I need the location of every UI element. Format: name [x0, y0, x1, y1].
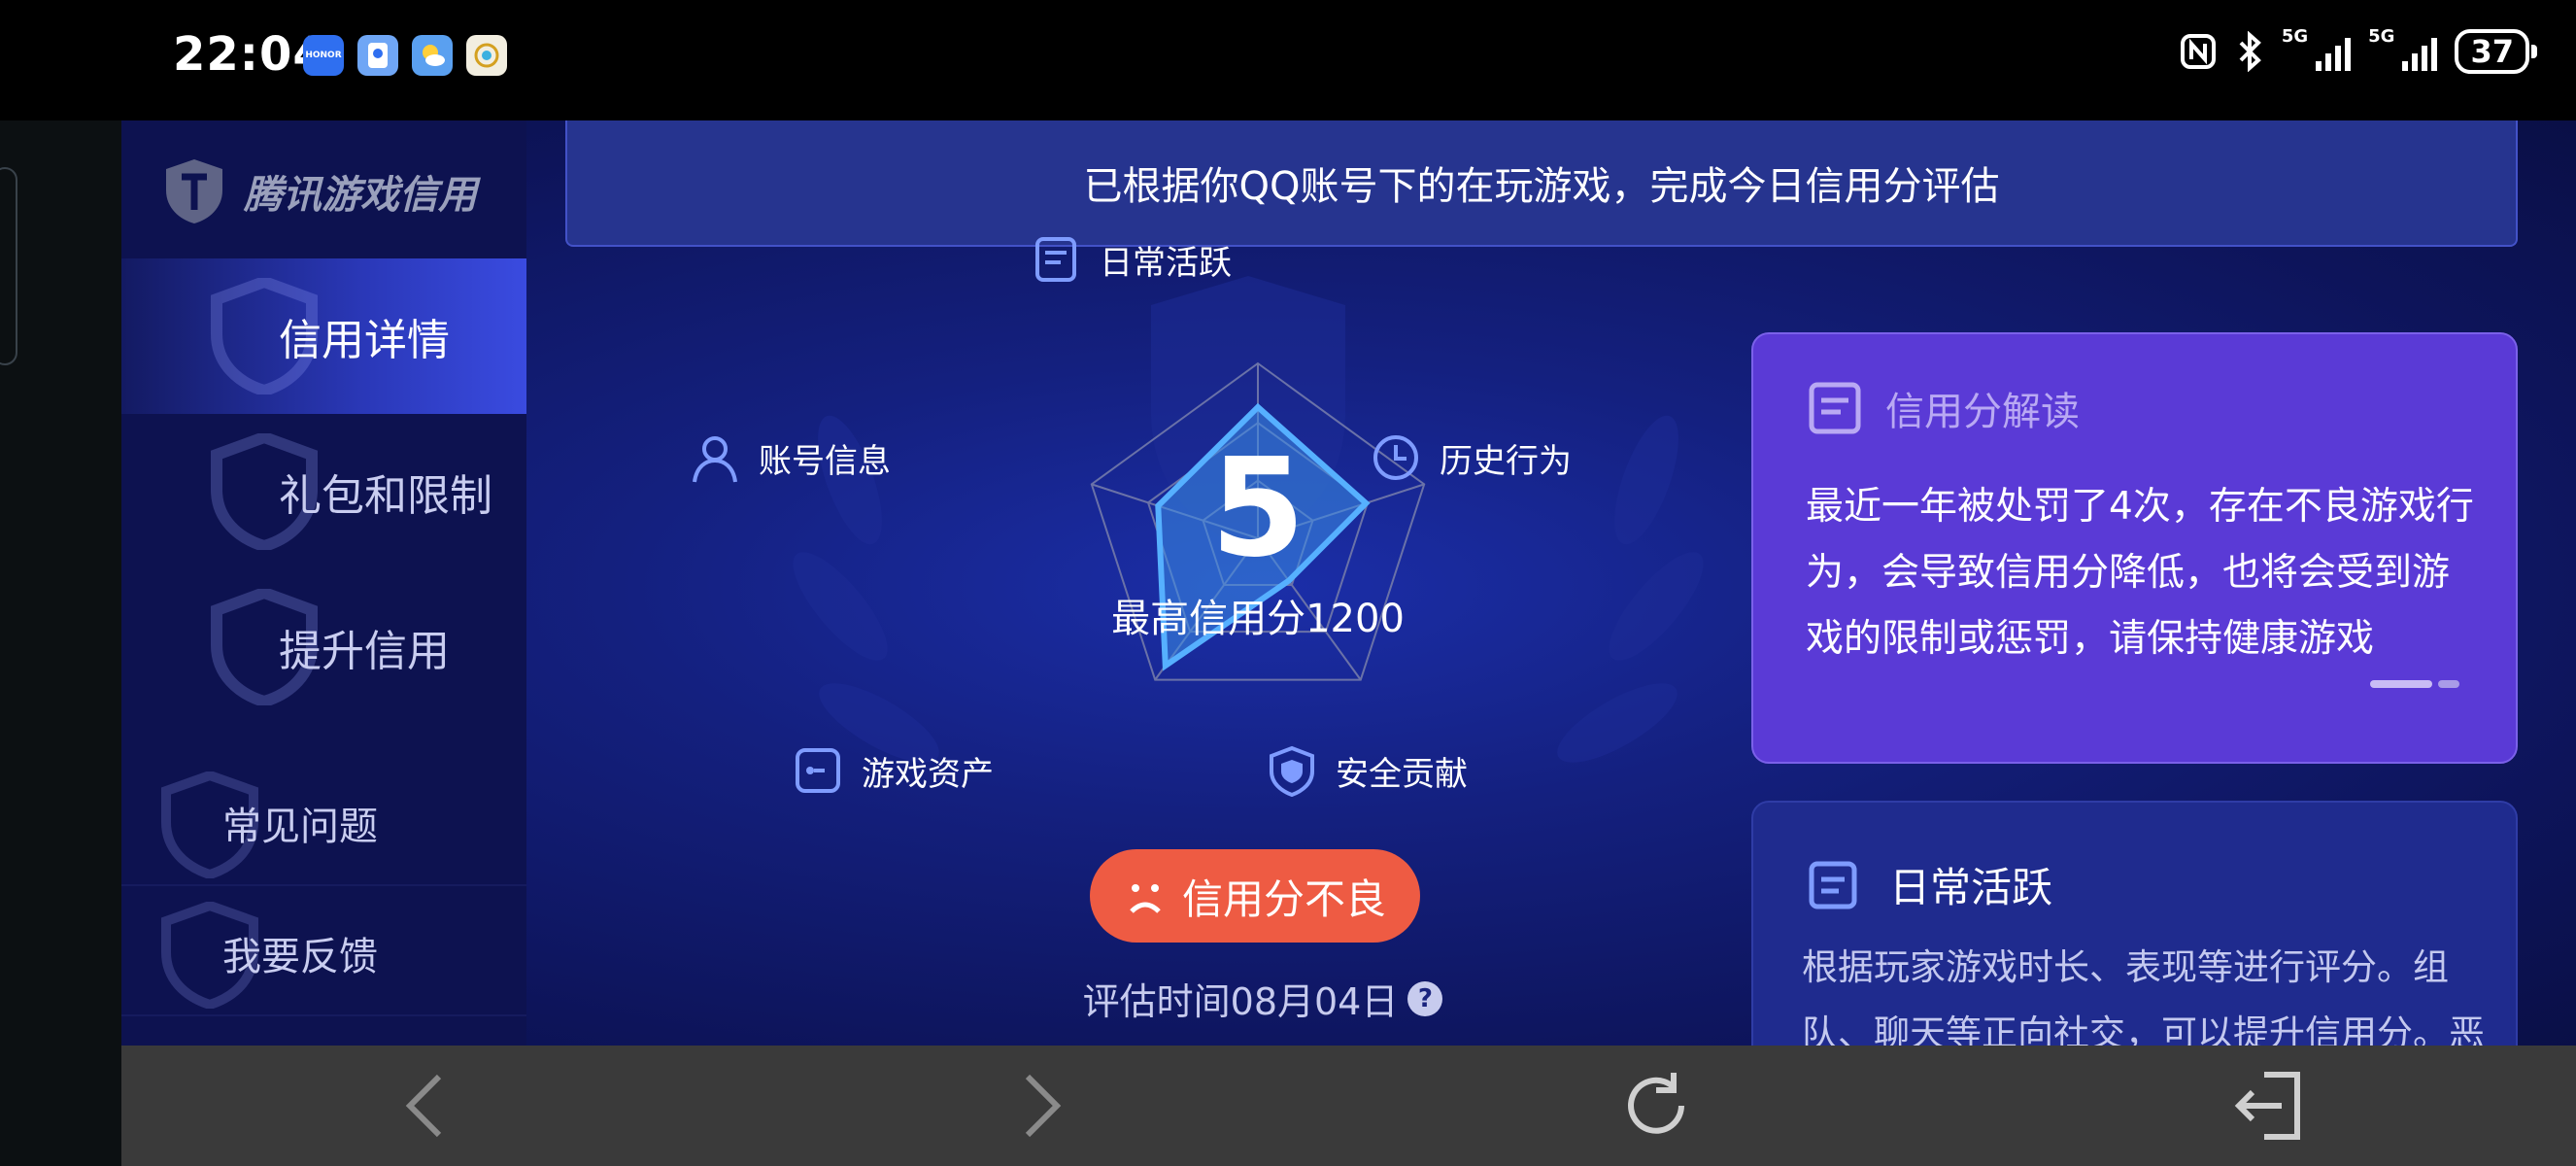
radar-axis-daily-activity: 日常活跃 — [1030, 233, 1232, 286]
bluetooth-icon — [2239, 31, 2261, 72]
max-score-label: 最高信用分1200 — [1111, 597, 1405, 641]
sidebar-item-credit-details[interactable]: 信用详情 — [121, 258, 526, 414]
card-header: 日常活跃 — [1806, 855, 2052, 914]
radar-axis-account-info: 账号信息 — [689, 431, 891, 484]
credit-interpretation-card: 信用分解读 最近一年被处罚了4次，存在不良游戏行为，会导致信用分降低，也将会受到… — [1751, 332, 2518, 764]
document-icon — [1809, 382, 1861, 434]
nfc-icon — [2180, 34, 2216, 69]
brand-logo: 腾讯游戏信用 — [160, 155, 477, 227]
sidebar-item-faq[interactable]: 常见问题 — [121, 758, 526, 886]
forward-icon[interactable] — [1000, 1067, 1078, 1145]
system-icons: 5G 5G 37 — [2179, 26, 2537, 74]
exit-icon[interactable] — [2229, 1067, 2307, 1145]
app-content: 腾讯游戏信用 信用详情 礼包和限制 提升信用 常见问题 我要反馈 已根据你QQ账… — [121, 120, 2576, 1046]
card-body-text: 最近一年被处罚了4次，存在不良游戏行为，会导致信用分降低，也将会受到游戏的限制或… — [1806, 485, 2474, 661]
network-type-label: 5G — [2368, 26, 2395, 47]
left-gutter — [0, 120, 121, 1166]
app-icon — [357, 35, 398, 76]
help-icon[interactable]: ? — [1407, 980, 1443, 1016]
evaluation-time: 评估时间08月04日 ? — [947, 972, 1578, 1025]
signal-icon — [2402, 32, 2438, 71]
radar-axis-game-assets: 游戏资产 — [792, 744, 994, 797]
document-icon — [1035, 237, 1076, 282]
card-body-text: 根据玩家游戏时长、表现等进行评分。组队、聊天等正向社交，可以提升信用分。恶 — [1802, 946, 2485, 1046]
shield-icon — [1270, 745, 1314, 797]
network-type-label: 5G — [2281, 26, 2309, 47]
notification-icons: HONOR — [303, 35, 507, 76]
battery-indicator: 37 — [2455, 29, 2537, 74]
app-icon — [466, 35, 507, 76]
side-handle[interactable] — [0, 167, 17, 365]
sidebar-item-improve-credit[interactable]: 提升信用 — [121, 569, 526, 725]
credit-status-badge[interactable]: 信用分不良 — [1090, 849, 1420, 943]
status-bar: 22:04 HONOR 5G 5G 37 — [0, 0, 2576, 120]
daily-activity-card: 日常活跃 根据玩家游戏时长、表现等进行评分。组队、聊天等正向社交，可以提升信用分… — [1751, 801, 2518, 1046]
wallet-icon — [796, 748, 840, 793]
carousel-indicator — [2370, 680, 2459, 688]
back-icon[interactable] — [389, 1067, 466, 1145]
credit-score-value: 5 — [1210, 429, 1305, 588]
sidebar-item-feedback[interactable]: 我要反馈 — [121, 888, 526, 1016]
card-header: 信用分解读 — [1806, 379, 2080, 437]
weather-icon — [412, 35, 453, 76]
document-icon — [1809, 861, 1857, 909]
signal-icon — [2316, 32, 2352, 71]
radar-axis-security: 安全贡献 — [1266, 744, 1468, 797]
honor-app-icon: HONOR — [303, 35, 344, 76]
sidebar-item-gifts-restrictions[interactable]: 礼包和限制 — [121, 414, 526, 569]
evaluation-banner: 已根据你QQ账号下的在玩游戏，完成今日信用分评估 — [565, 120, 2518, 247]
refresh-icon[interactable] — [1617, 1067, 1695, 1145]
tencent-game-credit-logo-icon — [166, 159, 222, 223]
user-icon — [693, 436, 737, 483]
sidebar: 腾讯游戏信用 信用详情 礼包和限制 提升信用 常见问题 我要反馈 — [121, 120, 526, 1046]
sad-face-icon — [1130, 884, 1161, 913]
bottom-navigation-bar — [121, 1046, 2576, 1166]
